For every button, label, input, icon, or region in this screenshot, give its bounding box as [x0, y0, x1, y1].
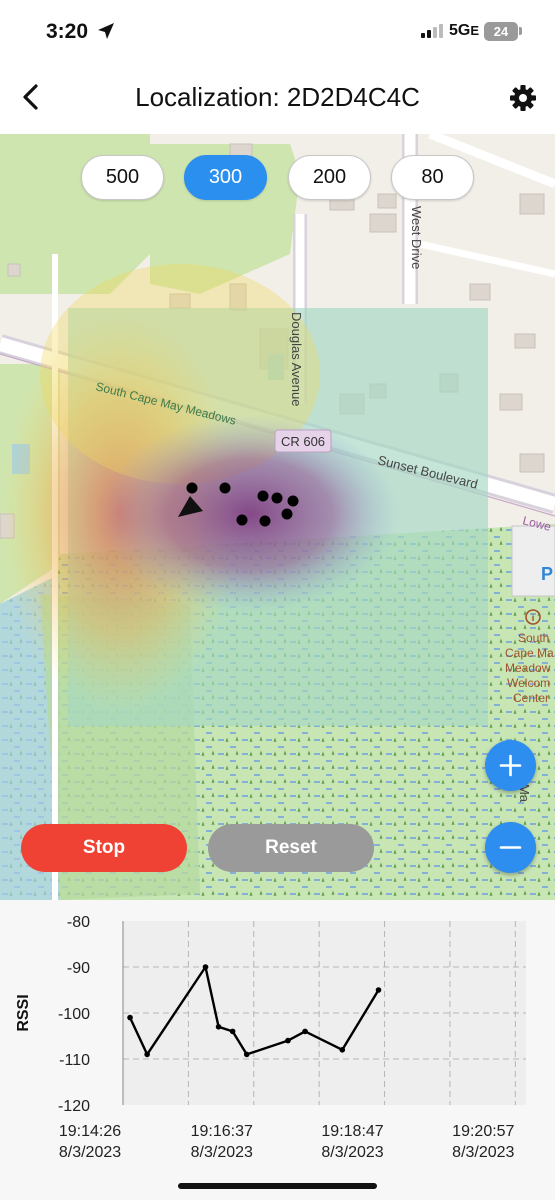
rssi-data-point [215, 1024, 222, 1030]
stop-button[interactable]: Stop [21, 824, 187, 872]
y-tick-label: -90 [67, 960, 90, 977]
rssi-data-point [127, 1014, 133, 1021]
radius-option-80[interactable]: 80 [391, 155, 474, 200]
zoom-in-button[interactable] [485, 740, 536, 791]
rssi-chart: -80 -90 -100 -110 -120 19:14:26 8/3/2023 19:16… [15, 914, 526, 1161]
network-type: 5GE [449, 22, 480, 39]
battery-cap [519, 27, 522, 35]
poi-label-4: Welcom [507, 676, 550, 690]
y-tick-label: -80 [67, 914, 90, 931]
settings-button[interactable] [509, 84, 537, 112]
rssi-chart-panel: -80 -90 -100 -110 -120 19:14:26 8/3/2023 19:16… [0, 900, 555, 1200]
zoom-out-button[interactable] [485, 822, 536, 873]
x-tick-date-label: 8/3/2023 [321, 1144, 383, 1161]
y-tick-label: -120 [58, 1098, 90, 1115]
reset-button[interactable]: Reset [208, 824, 374, 872]
map-view[interactable]: West Drive Douglas Avenue South Cape May… [0, 134, 555, 900]
rssi-data-point [144, 1051, 150, 1058]
radius-option-200[interactable]: 200 [288, 155, 371, 200]
location-arrow-icon [97, 22, 115, 45]
map-canvas: West Drive Douglas Avenue South Cape May… [0, 134, 555, 900]
page-title: Localization: 2D2D4C4C [135, 82, 420, 112]
poi-label-3: Meadow [505, 661, 551, 675]
rssi-data-point [285, 1037, 291, 1044]
label-west-drive: West Drive [409, 206, 424, 269]
label-cr-606: CR 606 [281, 434, 325, 449]
rssi-data-point [302, 1028, 308, 1035]
x-tick-time-label: 19:16:37 [191, 1123, 253, 1140]
x-tick-time-label: 19:20:57 [452, 1123, 514, 1140]
status-bar: 3:20 5GE 24 [0, 0, 555, 62]
label-douglas-avenue: Douglas Avenue [289, 312, 304, 406]
measurement-point [257, 490, 269, 502]
x-tick-time-label: 19:18:47 [321, 1123, 383, 1140]
y-axis-label: RSSI [15, 994, 32, 1031]
measurement-point [186, 482, 198, 494]
app-header: Localization: 2D2D4C4C [0, 62, 555, 134]
rssi-data-point [229, 1028, 236, 1035]
x-tick-time-label: 19:14:26 [59, 1123, 121, 1140]
svg-text:i: i [532, 613, 535, 624]
battery-indicator: 24 [484, 22, 518, 41]
cellular-signal-icon [421, 24, 445, 43]
radius-option-500[interactable]: 500 [81, 155, 164, 200]
y-tick-label: -100 [58, 1006, 90, 1023]
x-tick-date-label: 8/3/2023 [59, 1144, 121, 1161]
rssi-data-point [202, 964, 209, 970]
measurement-point [287, 495, 299, 507]
poi-label-5: Center [513, 691, 549, 705]
rssi-data-point [243, 1051, 250, 1058]
radius-option-300[interactable]: 300 [184, 155, 267, 200]
measurement-point [219, 482, 231, 494]
rssi-data-point [375, 987, 382, 993]
status-time: 3:20 [46, 20, 89, 43]
gear-icon [510, 85, 536, 111]
measurement-point [281, 508, 293, 520]
rssi-data-point [339, 1047, 346, 1053]
measurement-point [271, 492, 283, 504]
x-tick-date-label: 8/3/2023 [452, 1144, 514, 1161]
x-tick-date-label: 8/3/2023 [191, 1144, 253, 1161]
measurement-point [259, 515, 271, 527]
poi-label-2: Cape Ma [505, 646, 554, 660]
parking-label: P [541, 564, 553, 584]
measurement-point [236, 514, 248, 526]
plus-icon [499, 754, 522, 777]
poi-label-1: South [518, 631, 549, 645]
minus-icon [499, 846, 522, 849]
y-tick-label: -110 [59, 1052, 90, 1069]
home-indicator [178, 1183, 377, 1189]
